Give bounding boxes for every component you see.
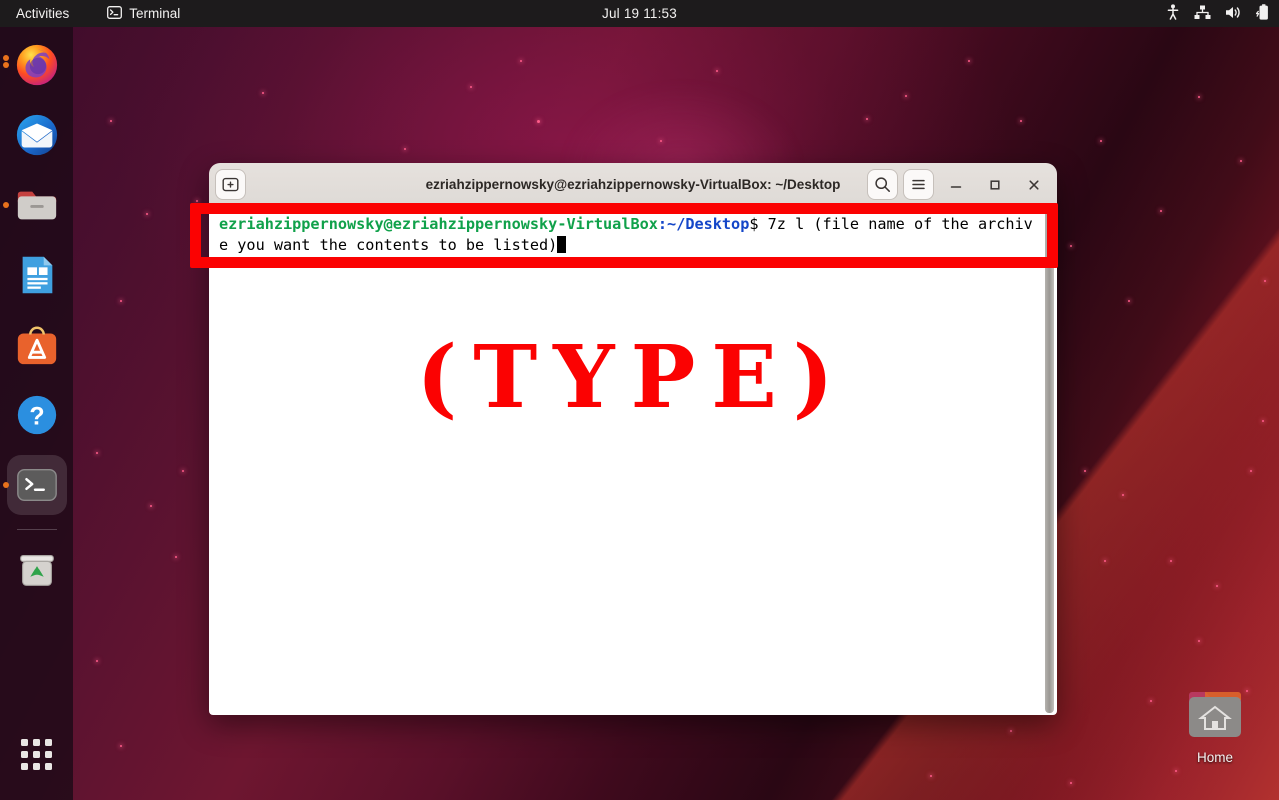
dock-item-libreoffice-writer[interactable] [7, 245, 67, 305]
dock-item-ubuntu-software[interactable] [7, 315, 67, 375]
search-button[interactable] [867, 169, 898, 200]
text-cursor [557, 236, 566, 253]
wallpaper-dot [96, 660, 98, 662]
top-bar: Activities Terminal Jul 19 11:53 [0, 0, 1279, 27]
terminal-scrollbar[interactable] [1043, 209, 1055, 713]
scrollbar-thumb[interactable] [1045, 209, 1054, 713]
wallpaper-dot [1198, 96, 1200, 98]
wallpaper-dot [1020, 120, 1022, 122]
accessibility-icon[interactable] [1166, 4, 1180, 23]
titlebar-controls [867, 169, 1051, 200]
wallpaper-dot [150, 505, 152, 507]
dock-item-terminal[interactable] [7, 455, 67, 515]
wallpaper-dot [716, 70, 718, 72]
wallpaper-dot [1264, 280, 1266, 282]
wallpaper-dot [120, 745, 122, 747]
menu-button[interactable] [903, 169, 934, 200]
wallpaper-dot [120, 300, 122, 302]
wallpaper-dot [1216, 585, 1218, 587]
wallpaper-dot [1175, 770, 1177, 772]
running-indicator [3, 202, 9, 208]
wallpaper-dot [1262, 420, 1264, 422]
dock-item-trash[interactable] [7, 540, 67, 600]
trash-icon [14, 547, 60, 593]
libreoffice-document-icon [14, 252, 60, 298]
wallpaper-dot [1250, 470, 1252, 472]
maximize-button[interactable] [978, 170, 1012, 200]
wallpaper-dot [866, 118, 868, 120]
wallpaper-dot [146, 213, 148, 215]
svg-text:?: ? [29, 403, 44, 431]
window-titlebar[interactable]: ezriahzippernowsky@ezriahzippernowsky-Vi… [209, 163, 1057, 207]
running-indicator [3, 62, 9, 68]
wallpaper-dot [1150, 700, 1152, 702]
type-instruction-overlay: (TYPE) [209, 335, 1057, 421]
running-indicator [3, 482, 9, 488]
dock-item-thunderbird[interactable] [7, 105, 67, 165]
wallpaper-dot [1070, 245, 1072, 247]
wallpaper-dot [1084, 470, 1086, 472]
wallpaper-dot [1100, 140, 1102, 142]
wallpaper-dot [930, 775, 932, 777]
wallpaper-dot [1198, 640, 1200, 642]
wallpaper-dot [175, 556, 177, 558]
ubuntu-software-icon [14, 322, 60, 368]
desktop-icon-label: Home [1181, 750, 1249, 765]
dock-separator [17, 529, 57, 530]
wallpaper-dot [1104, 560, 1106, 562]
wallpaper-dot [1160, 210, 1162, 212]
terminal-icon [107, 6, 122, 22]
terminal-body[interactable]: ezriahzippernowsky@ezriahzippernowsky-Vi… [209, 207, 1057, 715]
network-icon[interactable] [1194, 5, 1211, 23]
wallpaper-dot [470, 86, 472, 88]
close-button[interactable] [1017, 170, 1051, 200]
battery-icon[interactable] [1256, 4, 1269, 24]
wallpaper-dot [1128, 300, 1130, 302]
running-indicator-2 [3, 55, 9, 61]
clock[interactable]: Jul 19 11:53 [602, 6, 677, 21]
terminal-window: ezriahzippernowsky@ezriahzippernowsky-Vi… [209, 163, 1057, 715]
home-folder-icon [1183, 728, 1247, 745]
wallpaper-dot [110, 120, 112, 122]
show-applications-button[interactable] [7, 724, 67, 784]
wallpaper-dot [182, 470, 184, 472]
wallpaper-dot [1240, 160, 1242, 162]
wallpaper-dot [196, 200, 198, 202]
wallpaper-dot [1170, 560, 1172, 562]
dock: ? [0, 27, 73, 800]
wallpaper-dot [1070, 782, 1072, 784]
wallpaper-dot [96, 452, 98, 454]
wallpaper-dot [968, 60, 970, 62]
dock-item-help[interactable]: ? [7, 385, 67, 445]
wallpaper-dot [262, 92, 264, 94]
wallpaper-dot [905, 95, 907, 97]
firefox-icon [14, 42, 60, 88]
system-tray [1166, 4, 1269, 24]
app-menu-terminal[interactable]: Terminal [107, 6, 180, 22]
wallpaper-dot [520, 60, 522, 62]
help-icon: ? [14, 392, 60, 438]
activities-button[interactable]: Activities [16, 6, 69, 21]
dock-item-firefox[interactable] [7, 35, 67, 95]
dock-item-files[interactable] [7, 175, 67, 235]
new-tab-button[interactable] [215, 169, 246, 200]
prompt-user: ezriahzippernowsky@ezriahzippernowsky-Vi… [219, 215, 658, 233]
terminal-app-icon [14, 462, 60, 508]
volume-icon[interactable] [1225, 5, 1242, 23]
prompt-symbol: $ [749, 215, 767, 233]
desktop-icon-home[interactable]: Home [1181, 687, 1249, 765]
apps-grid-icon [21, 739, 52, 770]
wallpaper-dot [537, 120, 540, 123]
thunderbird-icon [14, 112, 60, 158]
wallpaper-dot [660, 140, 662, 142]
app-menu-label: Terminal [129, 6, 180, 21]
terminal-output: ezriahzippernowsky@ezriahzippernowsky-Vi… [219, 214, 1035, 256]
files-folder-icon [14, 182, 60, 228]
wallpaper-dot [1010, 730, 1012, 732]
wallpaper-dot [1122, 494, 1124, 496]
minimize-button[interactable] [939, 170, 973, 200]
wallpaper-dot [404, 148, 406, 150]
prompt-path: :~/Desktop [658, 215, 749, 233]
